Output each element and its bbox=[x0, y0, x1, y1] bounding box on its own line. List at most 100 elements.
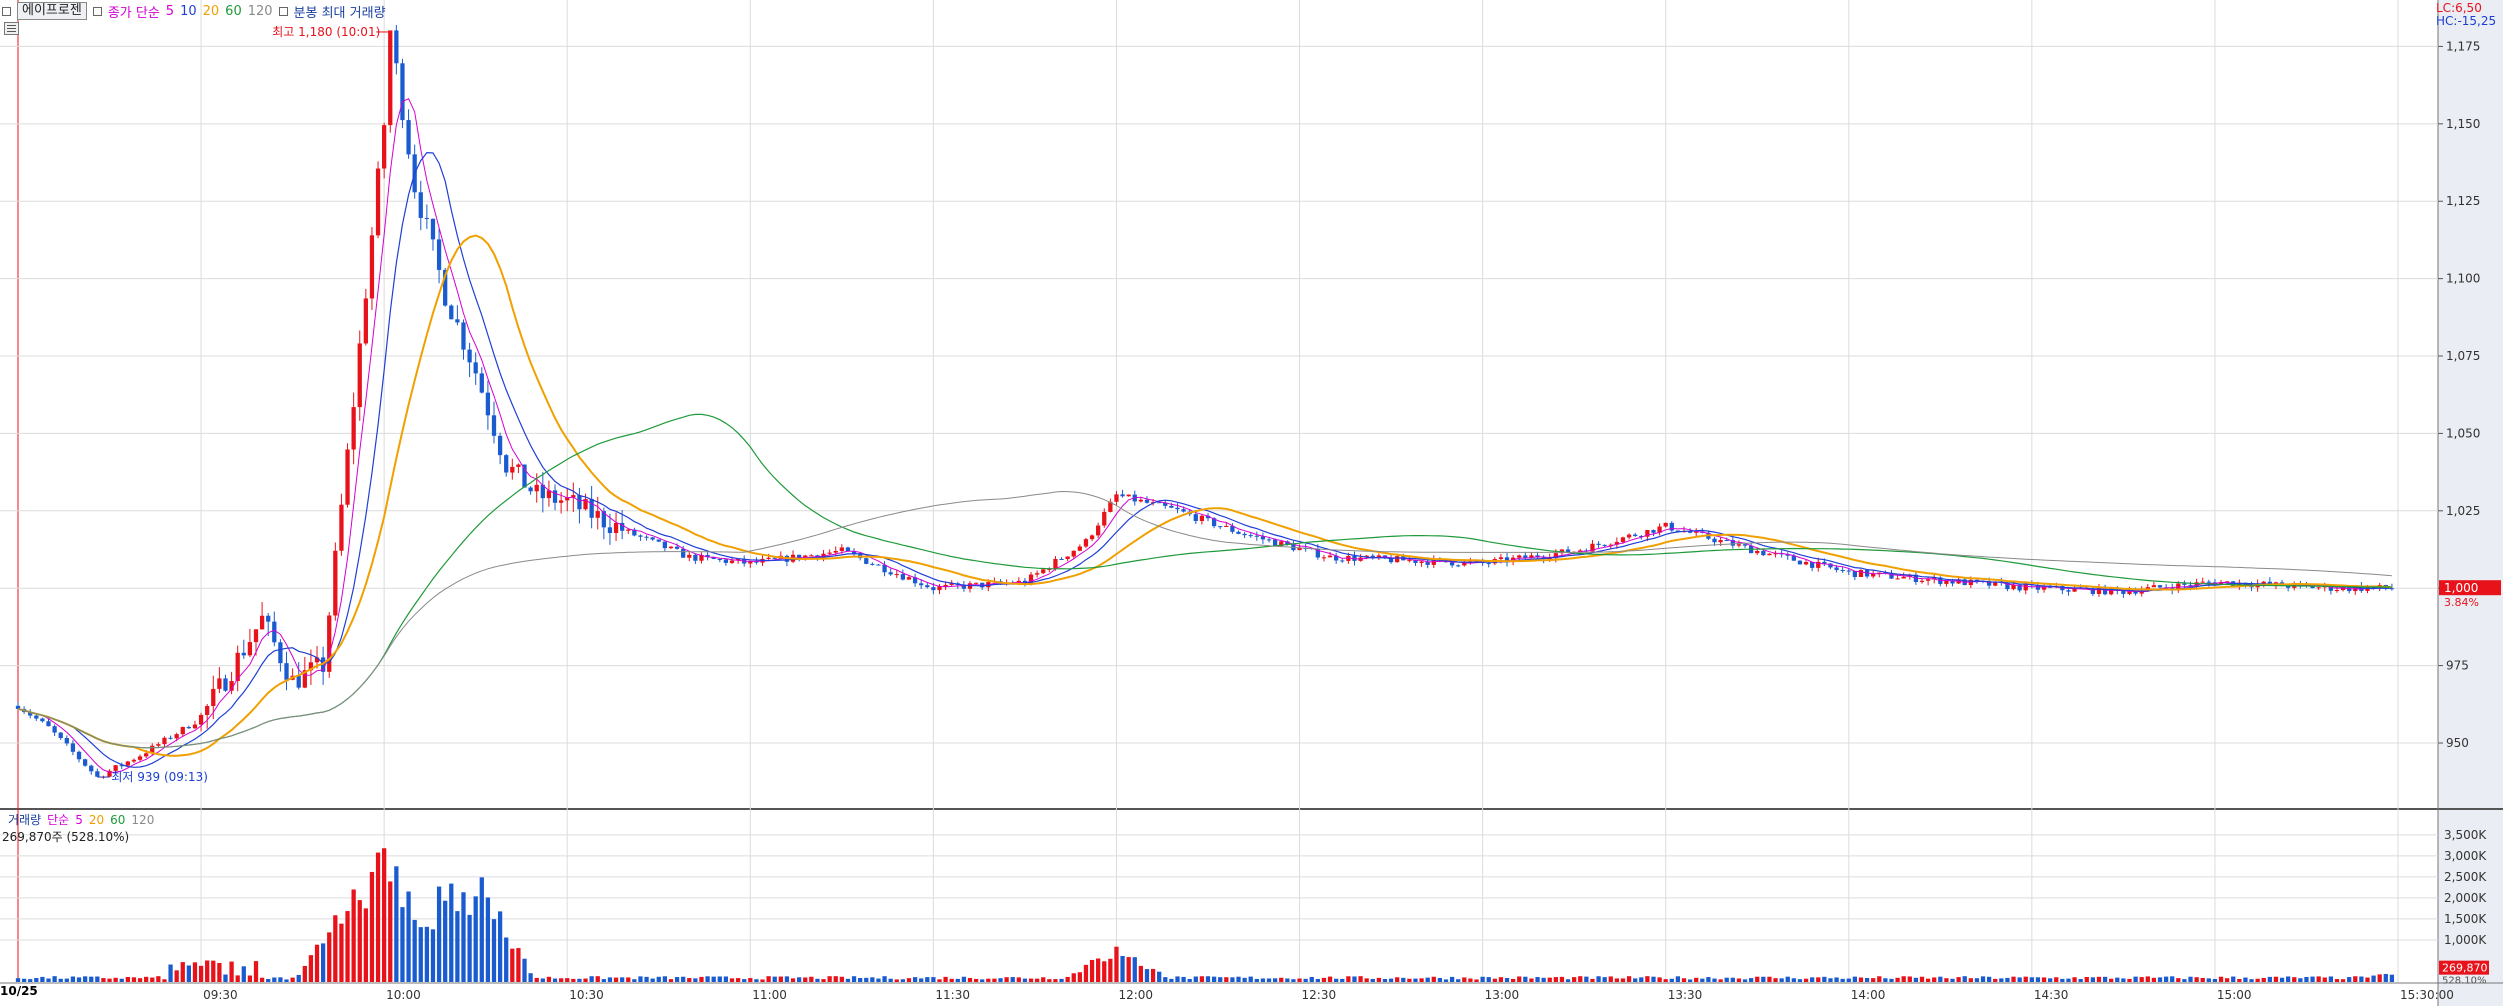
current-pct-label: 3.84% bbox=[2444, 596, 2479, 609]
volume-bar bbox=[1736, 978, 1742, 982]
volume-bar bbox=[1602, 977, 1607, 982]
volume-bar bbox=[2066, 978, 2071, 982]
volume-bar bbox=[2353, 976, 2358, 982]
candle-body bbox=[504, 455, 509, 473]
volume-bar bbox=[1047, 979, 1052, 982]
price-indicator-label[interactable]: 종가 단순 bbox=[108, 2, 160, 21]
candle-body bbox=[888, 572, 893, 575]
volume-bar bbox=[967, 977, 973, 982]
volume-bar bbox=[851, 976, 857, 982]
volume-bar bbox=[1059, 978, 1064, 982]
time-tick-label: 09:30 bbox=[203, 988, 238, 1002]
volume-bar bbox=[2377, 974, 2382, 982]
volume-bar bbox=[607, 977, 613, 982]
volume-bar bbox=[1041, 977, 1046, 982]
volume-bar bbox=[2389, 974, 2395, 982]
volume-tick-label: 3,000K bbox=[2444, 849, 2487, 863]
extra-label[interactable]: 분봉 최대 거래량 bbox=[294, 2, 386, 21]
volume-bar bbox=[2176, 978, 2181, 982]
candle-body bbox=[1321, 557, 1327, 559]
volume-bar bbox=[693, 978, 698, 982]
volume-bar bbox=[790, 978, 796, 982]
candle-body bbox=[1742, 544, 1748, 546]
volume-group bbox=[15, 848, 2395, 982]
candle-body bbox=[253, 629, 259, 643]
volume-bar bbox=[1956, 977, 1961, 982]
collapse-icon[interactable] bbox=[2, 6, 11, 16]
volume-bar bbox=[973, 978, 979, 982]
volume-bar bbox=[302, 965, 307, 982]
candle-body bbox=[1755, 550, 1760, 554]
candle-body bbox=[241, 652, 246, 656]
volume-bar bbox=[101, 978, 106, 982]
volume-bar bbox=[1742, 979, 1748, 982]
volume-bar bbox=[1803, 978, 1809, 982]
menu-icon[interactable] bbox=[4, 22, 19, 35]
candle-body bbox=[827, 552, 832, 554]
volume-bar bbox=[1565, 979, 1571, 982]
volume-bar bbox=[1065, 976, 1070, 982]
volume-bar bbox=[2206, 978, 2211, 982]
volume-bar bbox=[1498, 977, 1504, 982]
volume-label[interactable]: 거래량 bbox=[8, 811, 41, 828]
candle-body bbox=[1822, 561, 1827, 564]
candle-body bbox=[919, 583, 924, 586]
candle-body bbox=[1181, 509, 1186, 512]
volume-bar bbox=[58, 978, 63, 982]
volume-bar bbox=[1236, 976, 1241, 982]
vol-ma-5: 5 bbox=[75, 812, 83, 827]
candle-body bbox=[925, 585, 930, 588]
candle-body bbox=[2151, 585, 2157, 588]
candle-body bbox=[461, 322, 466, 350]
volume-bar bbox=[357, 900, 362, 982]
volume-bar bbox=[1761, 976, 1766, 982]
settings-icon[interactable] bbox=[92, 6, 102, 16]
volume-bar bbox=[1944, 978, 1949, 982]
candle-body bbox=[577, 495, 582, 510]
volume-current: 269,870주 (528.10%) bbox=[2, 830, 130, 844]
volume-bar bbox=[827, 976, 832, 982]
volume-bar bbox=[2115, 977, 2120, 982]
volume-bar bbox=[552, 978, 558, 982]
candle-body bbox=[1651, 530, 1656, 533]
volume-bar bbox=[1388, 978, 1394, 982]
candle-body bbox=[217, 678, 222, 689]
volume-bar bbox=[650, 978, 655, 982]
volume-bar bbox=[1919, 976, 1925, 982]
volume-bar bbox=[1230, 977, 1235, 982]
volume-bar bbox=[870, 977, 875, 982]
volume-bar bbox=[986, 978, 991, 982]
stock-name[interactable]: 에이프로젠 bbox=[17, 2, 87, 20]
candle-body bbox=[1633, 534, 1638, 537]
volume-bar bbox=[815, 978, 820, 982]
volume-bar bbox=[113, 977, 118, 982]
volume-bar bbox=[919, 978, 924, 982]
volume-bar bbox=[571, 978, 576, 982]
volume-bar bbox=[1840, 978, 1845, 982]
volume-bar bbox=[2316, 976, 2321, 982]
candle-body bbox=[973, 582, 979, 584]
volume-bar bbox=[308, 955, 314, 982]
volume-bar bbox=[1034, 978, 1040, 982]
volume-bar bbox=[1657, 977, 1662, 982]
volume-bar bbox=[2218, 976, 2224, 982]
volume-bar bbox=[1889, 978, 1894, 982]
toggle-icon[interactable] bbox=[278, 6, 288, 16]
volume-bar bbox=[1950, 978, 1955, 982]
candle-body bbox=[1944, 580, 1949, 584]
volume-bar bbox=[766, 976, 771, 982]
volume-bar bbox=[742, 979, 747, 982]
volume-bar bbox=[1822, 976, 1827, 982]
volume-bar bbox=[620, 977, 625, 982]
candle-body bbox=[638, 535, 643, 537]
volume-bar bbox=[1395, 977, 1400, 982]
volume-bar bbox=[1358, 976, 1363, 982]
candle-body bbox=[247, 642, 253, 656]
volume-bar bbox=[1334, 978, 1339, 982]
volume-bar bbox=[28, 979, 33, 982]
volume-bar bbox=[858, 977, 863, 982]
candle-body bbox=[864, 558, 869, 564]
volume-bar bbox=[375, 852, 381, 982]
volume-bar bbox=[931, 977, 936, 982]
candle-body bbox=[186, 727, 192, 729]
